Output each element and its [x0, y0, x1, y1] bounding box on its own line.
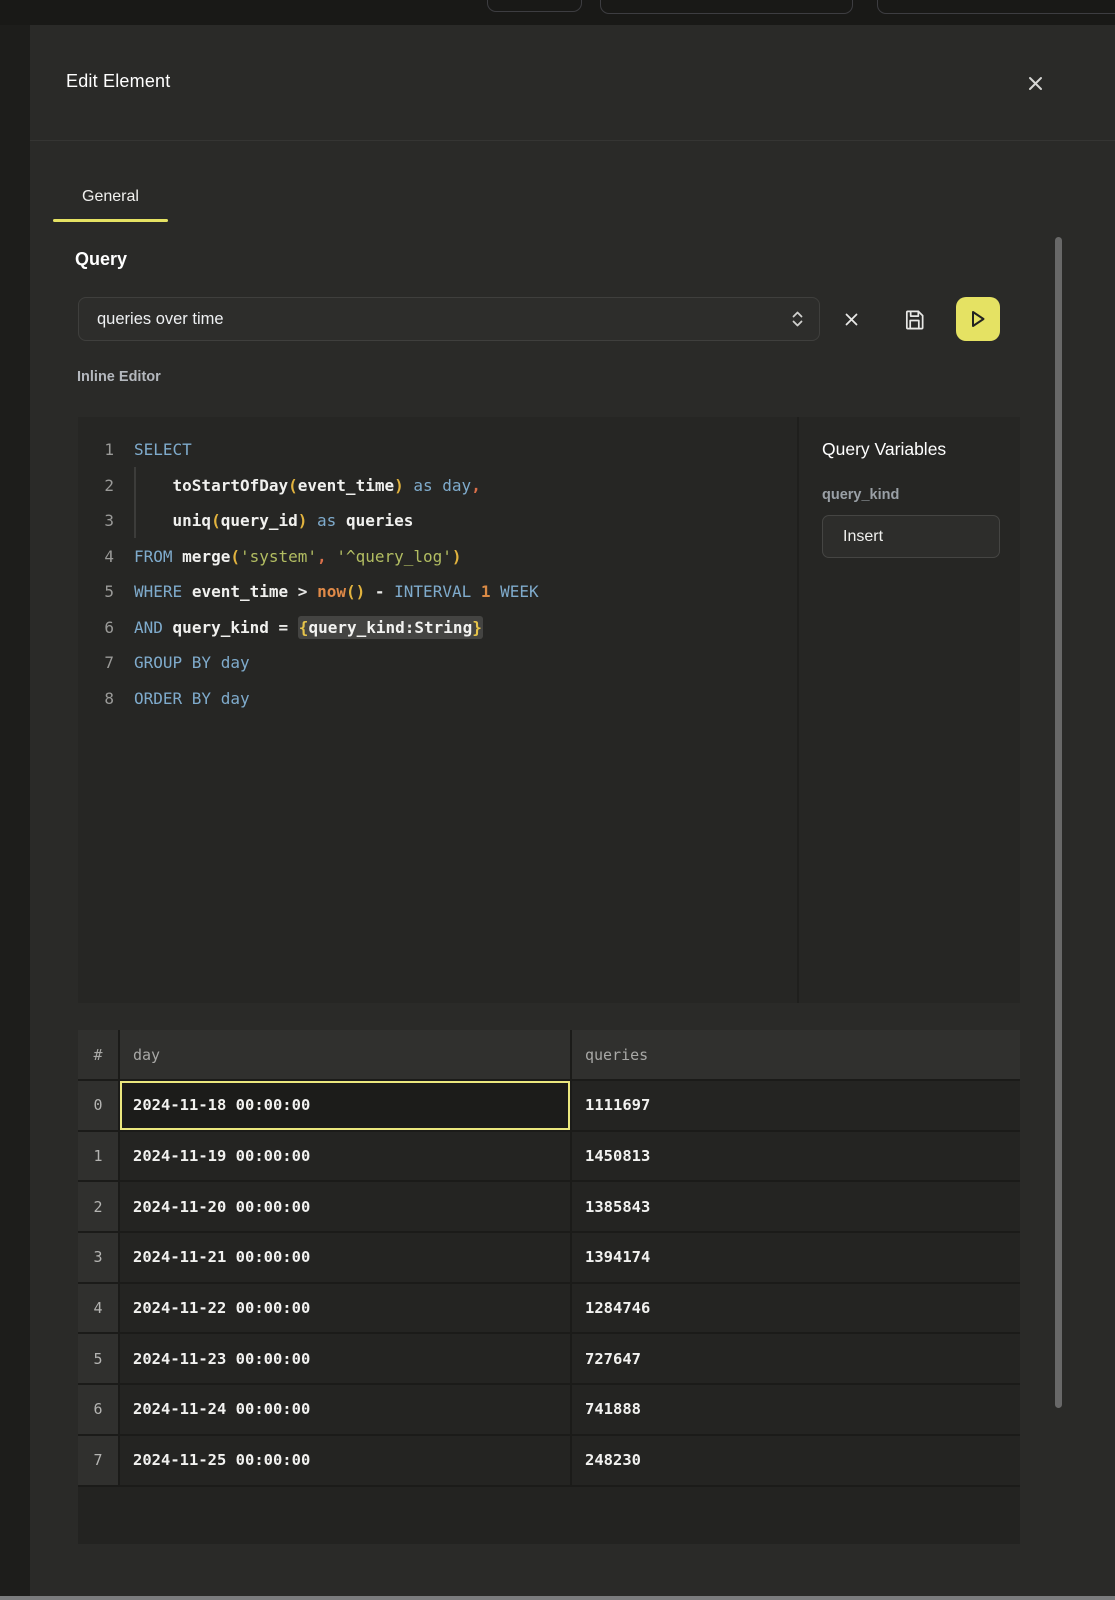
- line-number: 1: [78, 432, 114, 468]
- row-index: 2: [78, 1182, 118, 1231]
- row-index: 7: [78, 1436, 118, 1485]
- query-variables-heading: Query Variables: [822, 439, 1020, 460]
- active-tab-indicator: [53, 219, 168, 222]
- cell-queries[interactable]: 1450813: [572, 1132, 1020, 1181]
- save-icon[interactable]: [896, 301, 932, 337]
- cell-day[interactable]: 2024-11-21 00:00:00: [120, 1233, 570, 1282]
- code-line: 5WHERE event_time > now() - INTERVAL 1 W…: [78, 574, 797, 610]
- query-parameter-token: {query_kind:String}: [298, 616, 483, 639]
- table-header-row: # day queries: [78, 1030, 1020, 1079]
- close-icon[interactable]: [1019, 67, 1051, 99]
- sql-editor[interactable]: 1SELECT2 toStartOfDay(event_time) as day…: [78, 417, 797, 1003]
- tab-general[interactable]: General: [53, 171, 168, 222]
- line-number: 2: [78, 468, 114, 504]
- cell-queries[interactable]: 1111697: [572, 1081, 1020, 1130]
- line-number: 3: [78, 503, 114, 539]
- edit-element-dialog: Edit Element General Query queries over …: [30, 25, 1115, 1600]
- table-row: 12024-11-19 00:00:001450813: [78, 1132, 1020, 1181]
- cell-queries[interactable]: 1284746: [572, 1284, 1020, 1333]
- query-section-heading: Query: [75, 249, 127, 270]
- table-row: 62024-11-24 00:00:00741888: [78, 1385, 1020, 1434]
- cell-day[interactable]: 2024-11-25 00:00:00: [120, 1436, 570, 1485]
- line-number: 7: [78, 645, 114, 681]
- column-header-queries: queries: [572, 1030, 1020, 1079]
- dialog-scrollbar[interactable]: [1055, 237, 1062, 1408]
- code-line: 7GROUP BY day: [78, 645, 797, 681]
- cell-day[interactable]: 2024-11-19 00:00:00: [120, 1132, 570, 1181]
- row-index: 3: [78, 1233, 118, 1282]
- code-line: 1SELECT: [78, 432, 797, 468]
- dialog-title: Edit Element: [66, 71, 170, 92]
- results-table-body: 02024-11-18 00:00:00111169712024-11-19 0…: [78, 1081, 1020, 1485]
- table-row: 22024-11-20 00:00:001385843: [78, 1182, 1020, 1231]
- header-divider: [30, 140, 1115, 141]
- table-row: 32024-11-21 00:00:001394174: [78, 1233, 1020, 1282]
- row-index: 5: [78, 1334, 118, 1383]
- code-line: 2 toStartOfDay(event_time) as day,: [78, 468, 797, 504]
- cell-queries[interactable]: 248230: [572, 1436, 1020, 1485]
- line-number: 5: [78, 574, 114, 610]
- clear-query-icon[interactable]: [835, 304, 867, 334]
- table-footer-spacer: [78, 1487, 1020, 1544]
- insert-variable-button[interactable]: Insert: [822, 515, 1000, 558]
- line-number: 4: [78, 539, 114, 575]
- play-icon: [969, 309, 987, 329]
- cell-queries[interactable]: 741888: [572, 1385, 1020, 1434]
- query-select-value: queries over time: [97, 310, 224, 329]
- query-variables-panel: Query Variables query_kind Insert: [797, 417, 1020, 1003]
- line-number: 6: [78, 610, 114, 646]
- inline-editor-label: Inline Editor: [77, 369, 161, 385]
- inline-editor-panel: 1SELECT2 toStartOfDay(event_time) as day…: [78, 417, 1020, 1003]
- cell-day[interactable]: 2024-11-20 00:00:00: [120, 1182, 570, 1231]
- cell-queries[interactable]: 727647: [572, 1334, 1020, 1383]
- cell-queries[interactable]: 1385843: [572, 1182, 1020, 1231]
- table-row: 72024-11-25 00:00:00248230: [78, 1436, 1020, 1485]
- line-number: 8: [78, 681, 114, 717]
- row-index: 0: [78, 1081, 118, 1130]
- cell-queries[interactable]: 1394174: [572, 1233, 1020, 1282]
- background-toolbar: [0, 0, 1115, 25]
- screen: Edit Element General Query queries over …: [0, 0, 1115, 1600]
- variable-name-label: query_kind: [822, 487, 1020, 503]
- topbar-button[interactable]: [600, 0, 853, 14]
- bottom-scrollbar-strip: [0, 1596, 1115, 1600]
- code-line: 3 uniq(query_id) as queries: [78, 503, 797, 539]
- table-row: 02024-11-18 00:00:001111697: [78, 1081, 1020, 1130]
- code-line: 4FROM merge('system', '^query_log'): [78, 539, 797, 575]
- column-header-day: day: [120, 1030, 570, 1079]
- selected-cell-day[interactable]: 2024-11-18 00:00:00: [120, 1081, 570, 1130]
- code-line: 8ORDER BY day: [78, 681, 797, 717]
- row-index: 4: [78, 1284, 118, 1333]
- chevron-up-down-icon: [790, 310, 805, 328]
- table-row: 42024-11-22 00:00:001284746: [78, 1284, 1020, 1333]
- results-table: # day queries 02024-11-18 00:00:00111169…: [78, 1030, 1020, 1544]
- topbar-button[interactable]: [877, 0, 1115, 14]
- table-row: 52024-11-23 00:00:00727647: [78, 1334, 1020, 1383]
- topbar-button[interactable]: [487, 0, 582, 12]
- row-index: 1: [78, 1132, 118, 1181]
- cell-day[interactable]: 2024-11-24 00:00:00: [120, 1385, 570, 1434]
- cell-day[interactable]: 2024-11-23 00:00:00: [120, 1334, 570, 1383]
- column-header-index: #: [78, 1030, 118, 1079]
- run-query-button[interactable]: [956, 297, 1000, 341]
- row-index: 6: [78, 1385, 118, 1434]
- code-line: 6AND query_kind = {query_kind:String}: [78, 610, 797, 646]
- sql-editor-lines: 1SELECT2 toStartOfDay(event_time) as day…: [78, 432, 797, 716]
- cell-day[interactable]: 2024-11-22 00:00:00: [120, 1284, 570, 1333]
- query-select[interactable]: queries over time: [78, 297, 820, 341]
